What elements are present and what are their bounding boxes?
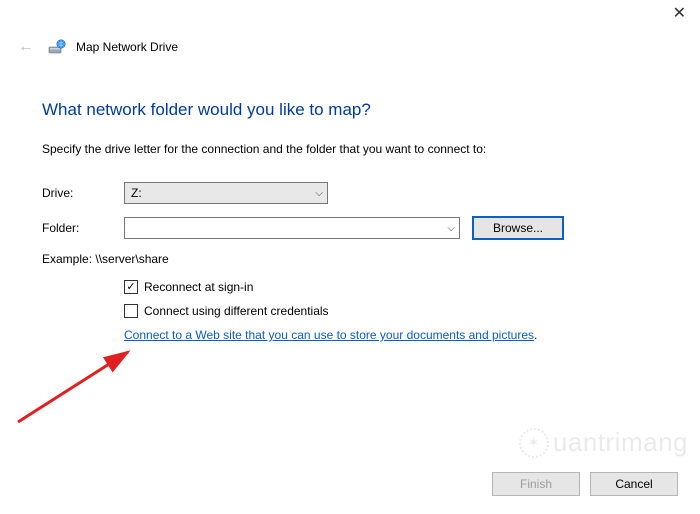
drive-label: Drive: — [42, 186, 124, 200]
reconnect-checkbox-row[interactable]: ✓ Reconnect at sign-in — [124, 280, 658, 294]
diffcred-label: Connect using different credentials — [144, 304, 329, 318]
chevron-down-icon: ⌵ — [447, 223, 455, 234]
wizard-header: ← Map Network Drive — [0, 0, 700, 64]
diffcred-checkbox-row[interactable]: Connect using different credentials — [124, 304, 658, 318]
drive-value: Z: — [131, 186, 142, 200]
diffcred-checkbox[interactable] — [124, 304, 138, 318]
close-icon[interactable]: ✕ — [673, 6, 686, 22]
reconnect-label: Reconnect at sign-in — [144, 280, 253, 294]
folder-combobox[interactable]: ⌵ — [124, 217, 460, 239]
folder-label: Folder: — [42, 221, 124, 235]
browse-button[interactable]: Browse... — [472, 216, 564, 240]
instruction-text: Specify the drive letter for the connect… — [42, 142, 658, 156]
example-text: Example: \\server\share — [42, 252, 658, 266]
drive-select[interactable]: Z: ⌵ — [124, 182, 328, 204]
cancel-button[interactable]: Cancel — [590, 472, 678, 496]
watermark: ✶ uantrimang — [519, 427, 688, 458]
finish-button: Finish — [492, 472, 580, 496]
reconnect-checkbox[interactable]: ✓ — [124, 280, 138, 294]
page-heading: What network folder would you like to ma… — [42, 100, 658, 120]
window-title: Map Network Drive — [76, 40, 178, 54]
network-drive-icon — [48, 38, 66, 56]
annotation-arrow — [10, 340, 150, 430]
connect-website-link[interactable]: Connect to a Web site that you can use t… — [124, 328, 534, 342]
back-arrow-icon: ← — [14, 36, 38, 58]
chevron-down-icon: ⌵ — [315, 188, 323, 199]
